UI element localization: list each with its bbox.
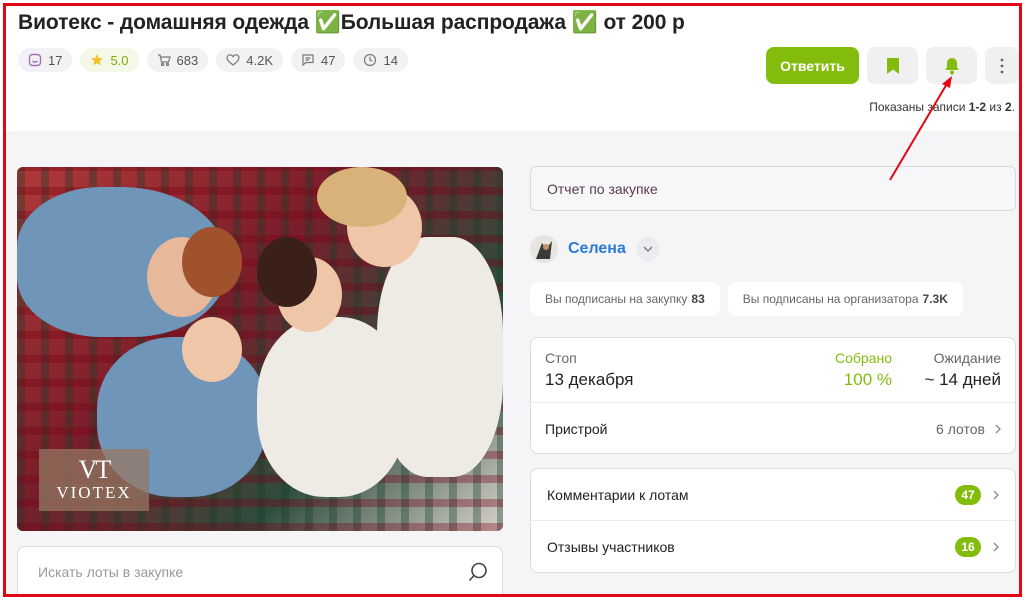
attach-label: Пристрой <box>545 421 608 437</box>
records-range: 1-2 <box>968 100 987 114</box>
photo-person-1-hair <box>182 227 242 297</box>
viotex-logo: VT VIOTEX <box>39 449 149 511</box>
days-stat[interactable]: 14 <box>353 48 408 72</box>
organizer-subscription[interactable]: Вы подписаны на организатора 7.3K <box>727 282 963 316</box>
favorites-stat[interactable]: 4.2K <box>216 48 283 72</box>
chevron-right-icon <box>993 542 999 552</box>
chevron-right-icon <box>995 424 1001 434</box>
lot-search <box>17 546 503 594</box>
purchase-stats-card: Стоп 13 декабря Собрано 100 % Ожидание ~… <box>530 337 1016 454</box>
lot-comments-label: Комментарии к лотам <box>547 486 689 503</box>
rating-value: 5.0 <box>110 52 129 68</box>
collected-percent: Собрано 100 % <box>834 350 892 389</box>
reviews-badge: 16 <box>955 537 981 557</box>
avatar[interactable] <box>530 235 558 263</box>
records-total: 2 <box>1004 100 1012 114</box>
search-input[interactable] <box>38 561 458 583</box>
search-icon <box>468 562 487 582</box>
feedback-card: Комментарии к лотам 47 Отзывы участников… <box>530 468 1016 573</box>
more-button[interactable] <box>985 47 1019 84</box>
main-content: VT VIOTEX Отчет по закупке Селена Вы под… <box>6 131 1019 594</box>
chevron-right-icon <box>993 490 999 499</box>
page-title: Виотекс - домашняя одежда ✅Большая распр… <box>18 11 685 34</box>
heart-icon <box>226 54 240 66</box>
records-info: Показаны записи 1-2 из 2. <box>869 100 1015 114</box>
comments-stat[interactable]: 47 <box>291 48 346 72</box>
smile-icon <box>28 53 42 67</box>
purchase-photo[interactable]: VT VIOTEX <box>17 167 503 531</box>
cart-icon <box>157 54 171 67</box>
reviews-label: Отзывы участников <box>547 539 675 555</box>
organizer-dropdown[interactable] <box>635 237 660 261</box>
stats-bar: 17 5.0 683 4.2K 47 14 <box>18 48 408 72</box>
purchase-stats-row: Стоп 13 декабря Собрано 100 % Ожидание ~… <box>531 338 1015 403</box>
orders-count: 683 <box>176 52 199 68</box>
photo-person-4 <box>377 237 503 477</box>
bookmark-icon <box>886 57 899 74</box>
bookmark-button[interactable] <box>867 47 918 84</box>
subscribe-bell-button[interactable] <box>926 47 977 84</box>
avatar-image <box>530 235 558 263</box>
days-count: 14 <box>383 52 398 68</box>
lot-comments-link[interactable]: Комментарии к лотам 47 <box>531 469 1015 521</box>
bell-icon <box>944 57 959 74</box>
orders-stat[interactable]: 683 <box>146 48 209 72</box>
reviews-link[interactable]: Отзывы участников 16 <box>531 521 1015 573</box>
comments-count: 47 <box>321 52 336 68</box>
comment-icon <box>302 54 314 67</box>
attach-lots-row[interactable]: Пристрой 6 лотов <box>531 404 1015 454</box>
reply-button[interactable]: Ответить <box>766 47 859 84</box>
waiting-time: Ожидание ~ 14 дней <box>924 350 1001 389</box>
likes-stat[interactable]: 17 <box>18 48 73 72</box>
rating-stat[interactable]: 5.0 <box>80 48 139 72</box>
more-vertical-icon <box>1000 58 1004 73</box>
subscriptions: Вы подписаны на закупку 83 Вы подписаны н… <box>530 282 963 316</box>
chevron-down-icon <box>643 246 653 252</box>
photo-person-3-hair <box>257 237 317 307</box>
organizer: Селена <box>530 235 660 263</box>
stop-date: Стоп 13 декабря <box>545 350 634 389</box>
clock-icon <box>364 53 377 67</box>
likes-count: 17 <box>48 52 63 68</box>
lot-comments-badge: 47 <box>955 484 981 505</box>
photo-person-4-hair <box>317 167 407 227</box>
star-icon <box>91 54 104 66</box>
organizer-name[interactable]: Селена <box>568 240 626 258</box>
search-button[interactable] <box>466 560 490 584</box>
purchase-header: Виотекс - домашняя одежда ✅Большая распр… <box>6 6 1019 131</box>
purchase-subscription[interactable]: Вы подписаны на закупку 83 <box>530 282 720 316</box>
attach-count: 6 лотов <box>936 421 985 437</box>
purchase-report-link[interactable]: Отчет по закупке <box>530 166 1016 211</box>
photo-person-2-face <box>182 317 242 382</box>
favorites-count: 4.2K <box>246 52 273 68</box>
